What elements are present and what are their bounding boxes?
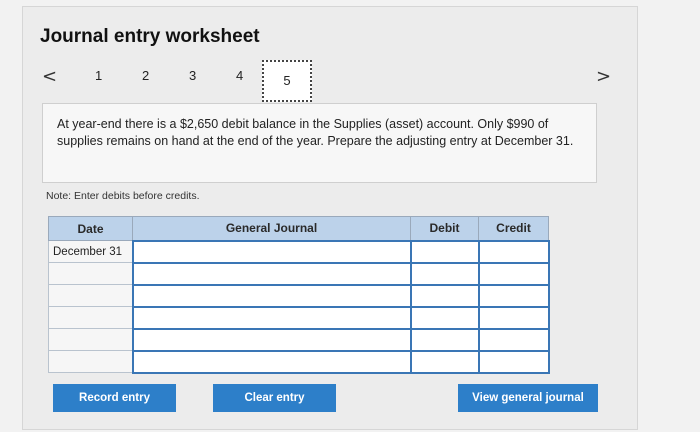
journal-table: Date General Journal Debit Credit Decemb… [48, 216, 550, 374]
debit-cell[interactable] [409, 283, 480, 308]
date-cell[interactable] [48, 350, 133, 373]
account-cell[interactable] [131, 239, 412, 264]
table-row [48, 305, 550, 330]
account-cell[interactable] [131, 305, 412, 330]
view-general-journal-button[interactable]: View general journal [458, 384, 598, 412]
page-5-active[interactable]: 5 [262, 60, 312, 102]
page-3[interactable]: 3 [189, 68, 196, 83]
debit-cell[interactable] [409, 327, 480, 352]
account-cell[interactable] [131, 349, 412, 374]
entry-note: Note: Enter debits before credits. [46, 190, 200, 202]
page-1[interactable]: 1 [95, 68, 102, 83]
credit-cell[interactable] [477, 305, 550, 330]
header-general-journal: General Journal [132, 216, 411, 241]
table-row [48, 283, 550, 308]
date-cell[interactable] [48, 262, 133, 285]
question-prompt: At year-end there is a $2,650 debit bala… [42, 103, 597, 183]
date-cell[interactable] [48, 328, 133, 351]
date-cell[interactable] [48, 284, 133, 307]
credit-cell[interactable] [477, 283, 550, 308]
credit-cell[interactable] [477, 349, 550, 374]
page-navigator: < 1 2 3 4 5 > [0, 60, 700, 102]
table-row [48, 349, 550, 374]
date-cell[interactable]: December 31 [48, 240, 133, 263]
page-2[interactable]: 2 [142, 68, 149, 83]
credit-cell[interactable] [477, 239, 550, 264]
credit-cell[interactable] [477, 261, 550, 286]
next-page-icon[interactable]: > [596, 66, 611, 87]
table-row: December 31 [48, 239, 550, 264]
debit-cell[interactable] [409, 261, 480, 286]
credit-cell[interactable] [477, 327, 550, 352]
date-cell[interactable] [48, 306, 133, 329]
prev-page-icon[interactable]: < [42, 66, 57, 87]
debit-cell[interactable] [409, 239, 480, 264]
record-entry-button[interactable]: Record entry [53, 384, 176, 412]
account-cell[interactable] [131, 327, 412, 352]
table-row [48, 261, 550, 286]
page-title: Journal entry worksheet [40, 26, 260, 47]
clear-entry-button[interactable]: Clear entry [213, 384, 336, 412]
account-cell[interactable] [131, 283, 412, 308]
page-4[interactable]: 4 [236, 68, 243, 83]
header-debit: Debit [410, 216, 479, 241]
header-date: Date [48, 216, 133, 241]
account-cell[interactable] [131, 261, 412, 286]
journal-header-row: Date General Journal Debit Credit [48, 216, 549, 241]
table-row [48, 327, 550, 352]
header-credit: Credit [478, 216, 549, 241]
debit-cell[interactable] [409, 305, 480, 330]
debit-cell[interactable] [409, 349, 480, 374]
